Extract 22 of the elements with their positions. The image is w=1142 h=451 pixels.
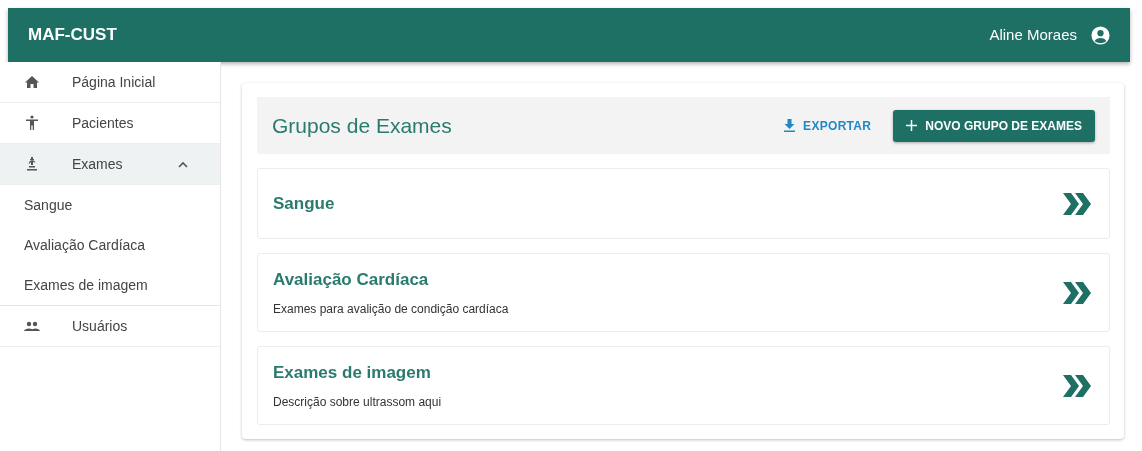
- plus-icon: [906, 120, 918, 131]
- page-title: Grupos de Exames: [272, 112, 452, 139]
- user-icon[interactable]: [1091, 25, 1110, 45]
- user-name: Aline Moraes: [989, 24, 1077, 45]
- download-icon: [784, 119, 796, 132]
- double-chevron-icon[interactable]: [1063, 374, 1091, 397]
- group-name: Avaliação Cardíaca: [273, 268, 430, 291]
- new-group-button[interactable]: NOVO GRUPO DE EXAMES: [893, 109, 1095, 142]
- double-chevron-icon[interactable]: [1063, 281, 1091, 304]
- group-card[interactable]: Sangue: [257, 168, 1110, 239]
- group-name: Sangue: [273, 192, 335, 215]
- chevron-up-icon: [178, 161, 188, 169]
- group-card[interactable]: Avaliação Cardíaca Exames para avalição de condição cardíaca: [257, 253, 1110, 332]
- app-title: MAF-CUST: [28, 24, 117, 47]
- group-description: Descrição sobre ultrassom aqui: [273, 394, 442, 412]
- group-description: Exames para avalição de condição cardíaca: [273, 301, 509, 319]
- group-name: Exames de imagem: [273, 361, 432, 384]
- home-icon: [24, 74, 40, 90]
- double-chevron-icon[interactable]: [1063, 192, 1091, 215]
- group-card[interactable]: Exames de imagem Descrição sobre ultrassom aqui: [257, 346, 1110, 425]
- person-icon: [24, 115, 40, 131]
- sidebar-item[interactable]: Exames: [0, 144, 220, 185]
